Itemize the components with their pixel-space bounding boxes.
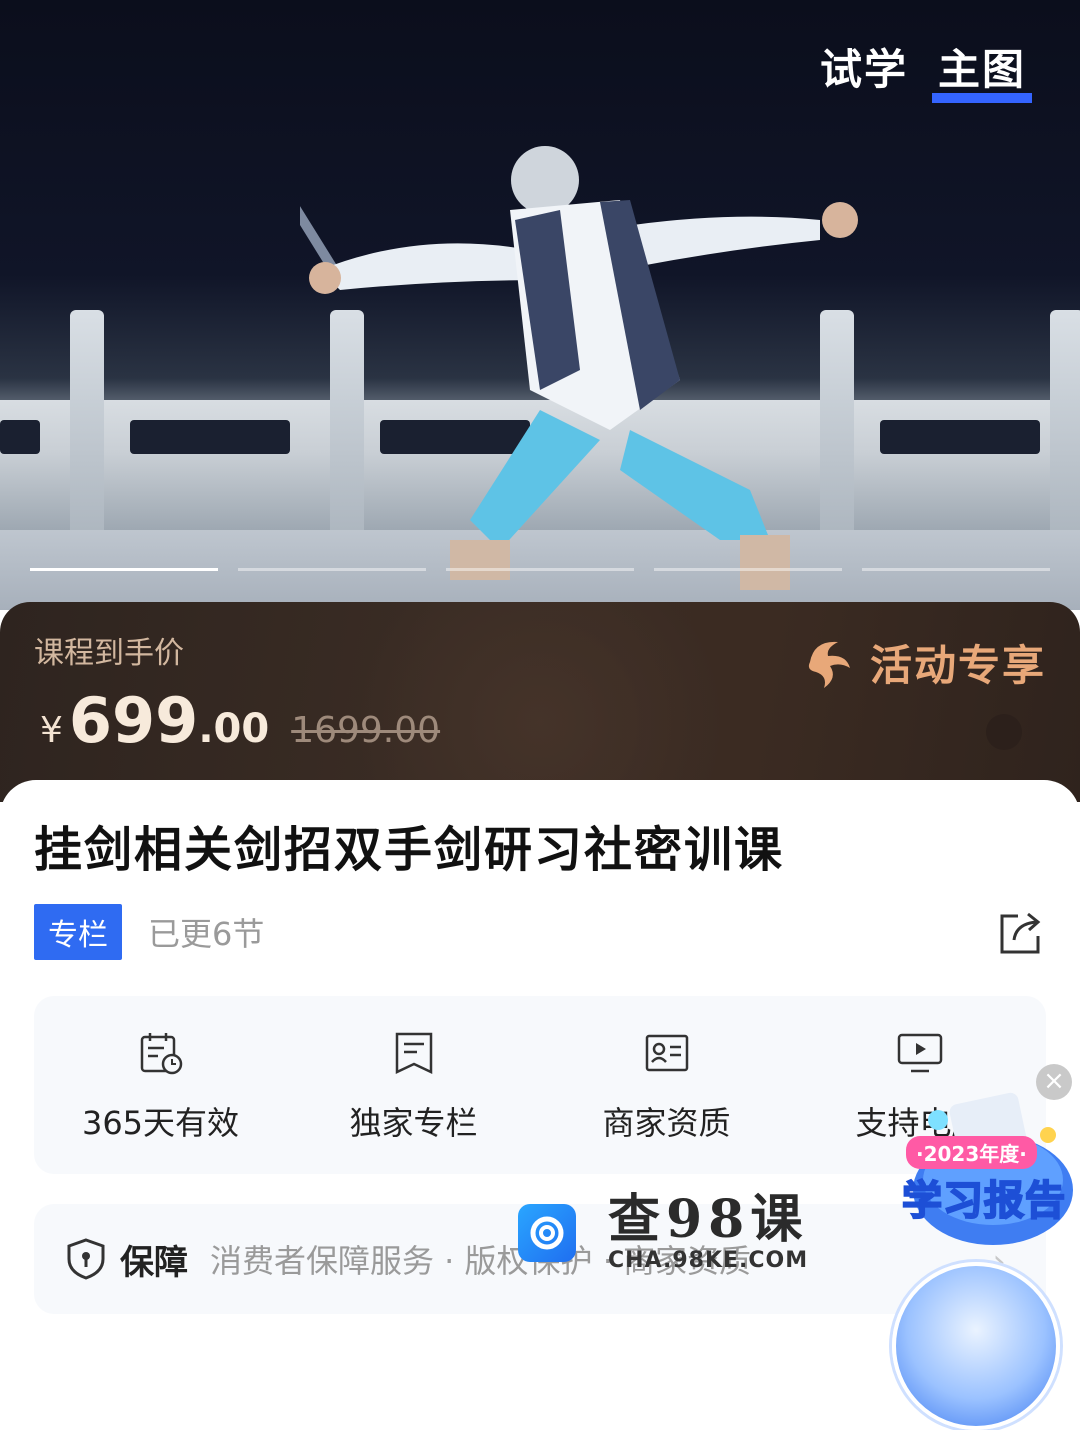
tab-trial[interactable]: 试学 <box>818 36 910 97</box>
original-price: 1699.00 <box>291 710 441 751</box>
share-icon[interactable] <box>996 908 1046 956</box>
shield-icon <box>67 1238 105 1280</box>
price-banner: 课程到手价 ¥ 699 .00 1699.00 活动专享 <box>0 602 1080 802</box>
monitor-play-icon <box>897 1033 942 1073</box>
watermark-cn: 查98课 <box>608 1189 809 1250</box>
feature-merchant[interactable]: 商家资质 <box>540 996 793 1174</box>
feature-exclusive[interactable]: 独家专栏 <box>287 996 540 1174</box>
slide-indicator[interactable] <box>446 568 634 571</box>
course-title: 挂剑相关剑招双手剑研习社密训课 <box>34 822 785 878</box>
price-integer: 699 <box>68 684 199 757</box>
floating-activity-icon[interactable] <box>892 1262 1060 1430</box>
calendar-clock-icon <box>140 1033 182 1075</box>
feature-label: 365天有效 <box>81 1104 240 1142</box>
tab-main-image[interactable]: 主图 <box>931 36 1033 103</box>
watermark-logo-icon <box>518 1203 576 1262</box>
swordsman-figure <box>300 146 858 590</box>
id-card-icon <box>645 1034 688 1072</box>
feature-grid: 365天有效 独家专栏 商家资质 支持电脑 <box>34 996 1046 1174</box>
activity-badge: 活动专享 <box>800 632 1046 693</box>
slide-indicator[interactable] <box>30 568 218 571</box>
feature-validity[interactable]: 365天有效 <box>34 996 287 1174</box>
watermark: 查98课 CHA.98KE.COM <box>518 1192 808 1273</box>
watermark-en: CHA.98KE.COM <box>608 1248 809 1273</box>
feature-label: 独家专栏 <box>349 1104 478 1142</box>
course-meta: 专栏 已更6节 <box>34 904 264 960</box>
price-decimal: .00 <box>198 706 270 752</box>
column-tag: 专栏 <box>34 904 122 960</box>
slide-indicator[interactable] <box>238 568 426 571</box>
currency-symbol: ¥ <box>40 710 63 751</box>
activity-logo-icon <box>808 641 850 688</box>
hero-tabs: 试学 主图 <box>818 36 1033 103</box>
update-count: 已更6节 <box>148 915 265 953</box>
activity-label: 活动专享 <box>869 641 1046 690</box>
price-label: 课程到手价 <box>34 636 184 671</box>
slide-indicators <box>30 568 1050 571</box>
price-row: ¥ 699 .00 1699.00 <box>40 684 440 757</box>
feature-label: 商家资质 <box>602 1104 731 1142</box>
close-icon[interactable]: × <box>1036 1064 1072 1100</box>
hero-image[interactable]: 试学 主图 <box>0 0 1080 610</box>
guarantee-title: 保障 <box>120 1242 188 1283</box>
slide-indicator[interactable] <box>654 568 842 571</box>
report-year: ·2023年度· <box>906 1136 1037 1169</box>
slide-indicator[interactable] <box>862 568 1050 571</box>
bookmark-doc-icon <box>395 1032 432 1074</box>
report-title[interactable]: 学习报告 <box>901 1168 1066 1226</box>
